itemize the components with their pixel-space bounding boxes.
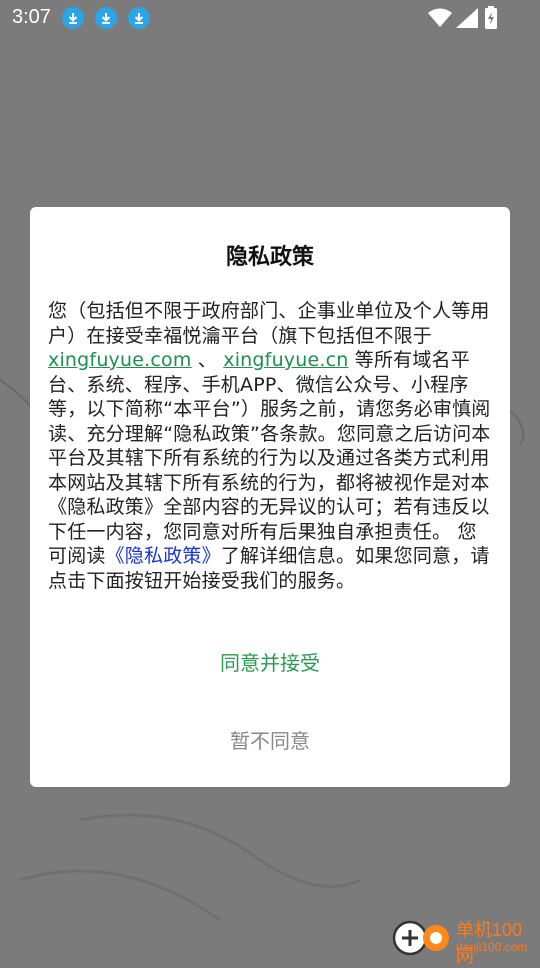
download-icon (128, 7, 150, 29)
signal-icon (456, 8, 478, 28)
status-time: 3:07 (12, 6, 51, 28)
wifi-icon (428, 8, 452, 27)
body-text-part1: 您（包括但不限于政府部门、企事业单位及个人等用户）在接受幸福悦瀹平台（旗下包括但… (48, 300, 490, 347)
link-xingfuyue-cn[interactable]: xingfuyue.cn (223, 349, 348, 371)
dialog-body: 您（包括但不限于政府部门、企事业单位及个人等用户）在接受幸福悦瀹平台（旗下包括但… (48, 299, 494, 593)
link-xingfuyue-com[interactable]: xingfuyue.com (48, 349, 192, 371)
body-separator: 、 (191, 349, 224, 371)
battery-charging-icon (485, 6, 497, 29)
watermark-url: danji100.com (456, 940, 528, 954)
body-text-part2: 等所有域名平台、系统、程序、手机APP、微信公众号、小程序等，以下简称“本平台”… (48, 349, 491, 567)
watermark: 单机100网 danji100.com (388, 912, 540, 966)
accept-button[interactable]: 同意并接受 (30, 647, 510, 676)
reject-button[interactable]: 暂不同意 (30, 725, 510, 754)
download-icon (95, 7, 117, 29)
privacy-dialog: 隐私政策 您（包括但不限于政府部门、企事业单位及个人等用户）在接受幸福悦瀹平台（… (30, 207, 510, 787)
status-bar: 3:07 (0, 0, 540, 36)
watermark-logo-icon (392, 920, 449, 956)
download-icon (62, 7, 84, 29)
dialog-title: 隐私政策 (225, 245, 314, 270)
privacy-policy-link[interactable]: 《隐私政策》 (106, 545, 221, 567)
